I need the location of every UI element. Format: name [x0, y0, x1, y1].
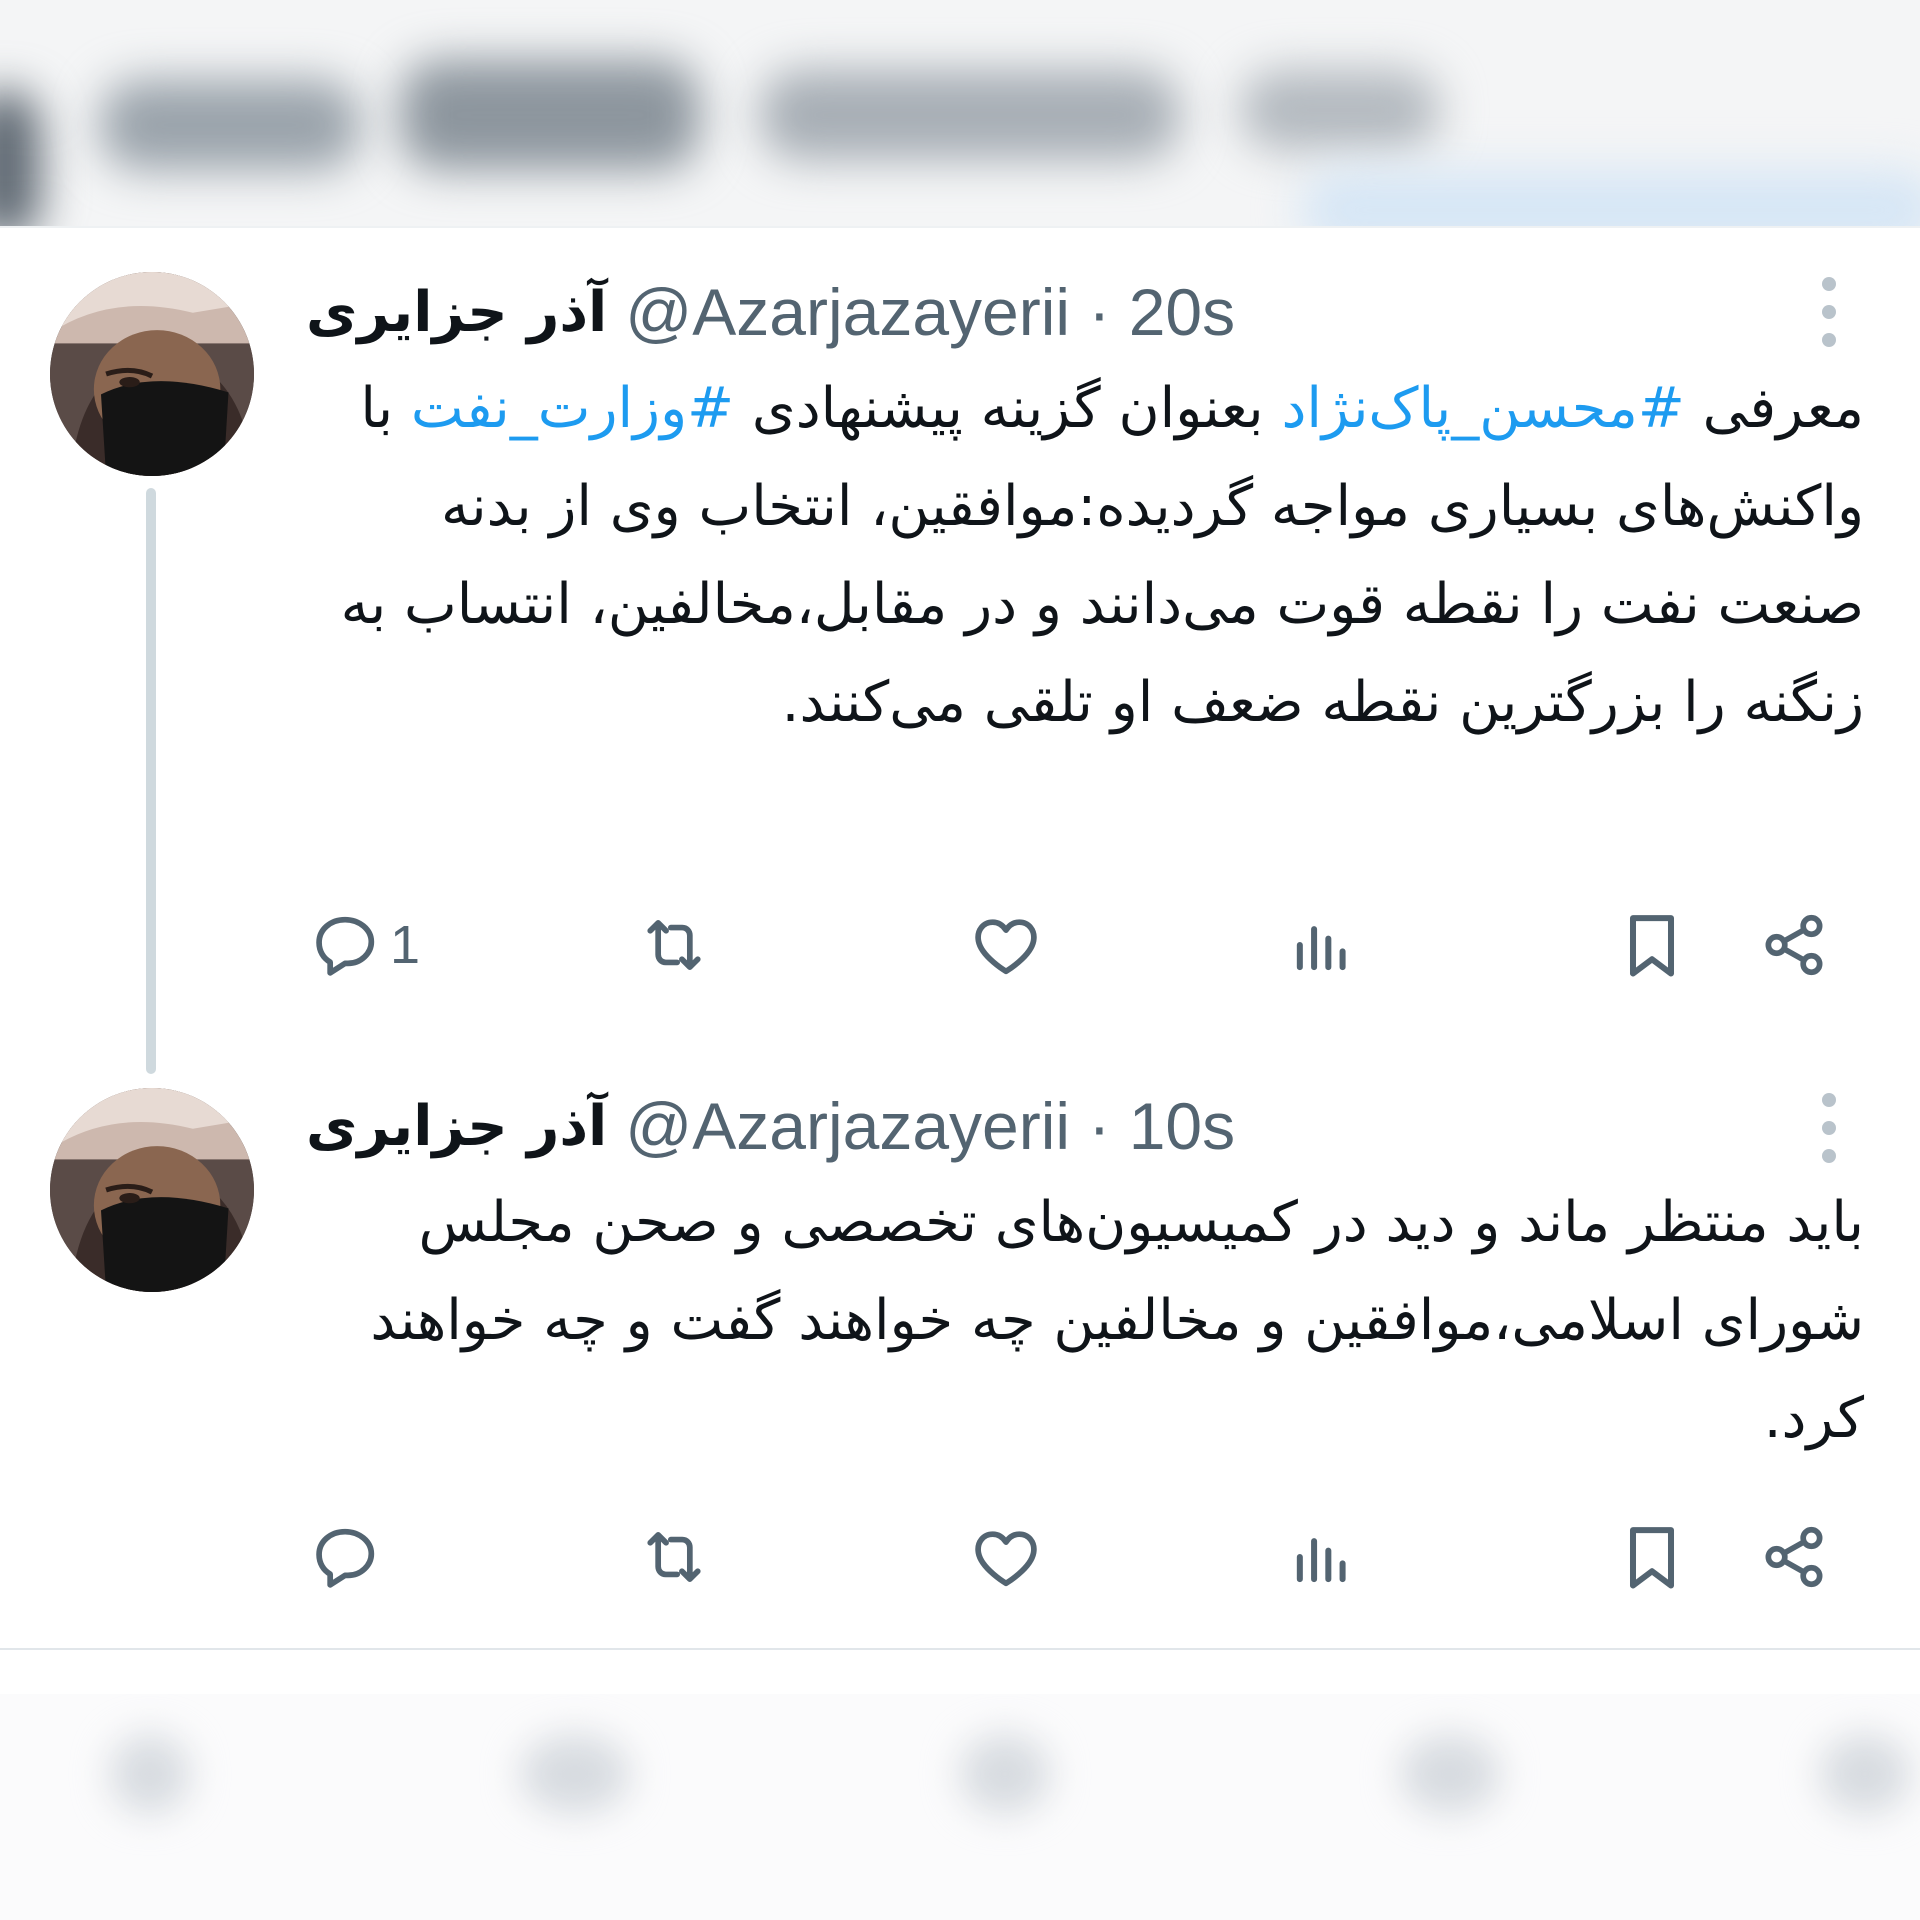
more-options-icon[interactable]: [1804, 1088, 1854, 1168]
views-button[interactable]: [1284, 1512, 1360, 1602]
bookmark-icon: [1629, 1527, 1675, 1589]
share-icon: [1765, 1526, 1823, 1588]
retweet-button[interactable]: [636, 900, 712, 990]
bookmark-button[interactable]: [1614, 900, 1690, 990]
section-divider: [0, 1648, 1920, 1650]
bookmark-icon: [1629, 915, 1675, 977]
avatar[interactable]: [50, 1088, 254, 1292]
bookmark-button[interactable]: [1614, 1512, 1690, 1602]
tweet-action-bar: [0, 1512, 1920, 1602]
tweet-action-bar: 1: [0, 900, 1920, 990]
avatar-image: [50, 1088, 254, 1292]
views-button[interactable]: [1284, 900, 1360, 990]
avatar-image: [50, 272, 254, 476]
text-segment: معرفی: [1684, 376, 1864, 441]
display-name[interactable]: آذر جزایری: [306, 1094, 607, 1159]
views-icon: [1296, 926, 1346, 971]
text-segment: باید منتظر ماند و دید در کمیسیون‌های تخص…: [370, 1190, 1864, 1451]
heart-icon: [975, 919, 1037, 975]
tweet-text: معرفی #محسن_پاک‌نژاد بعنوان گزینه پیشنها…: [304, 360, 1864, 752]
retweet-button[interactable]: [636, 1512, 712, 1602]
reply-count: 1: [390, 915, 421, 975]
avatar[interactable]: [50, 272, 254, 476]
share-button[interactable]: [1756, 1512, 1832, 1602]
reply-icon: [316, 1528, 375, 1588]
like-button[interactable]: [968, 900, 1044, 990]
retweet-icon: [647, 919, 701, 971]
heart-icon: [975, 1531, 1037, 1587]
hashtag-link[interactable]: #وزارت_نفت: [411, 376, 734, 441]
blurred-previous-content: [0, 0, 1920, 226]
tweet-text: باید منتظر ماند و دید در کمیسیون‌های تخص…: [304, 1174, 1864, 1468]
more-options-icon[interactable]: [1804, 272, 1854, 352]
reply-icon: [316, 916, 375, 976]
handle-and-timestamp[interactable]: @Azarjazayerii · 20s: [625, 274, 1235, 350]
reply-button[interactable]: 1: [308, 900, 420, 990]
share-button[interactable]: [1756, 900, 1832, 990]
like-button[interactable]: [968, 1512, 1044, 1602]
reply-button[interactable]: [308, 1512, 390, 1602]
text-segment: بعنوان گزینه پیشنهادی: [734, 376, 1282, 441]
views-icon: [1296, 1538, 1346, 1583]
section-divider: [0, 226, 1920, 228]
blurred-next-content: [0, 1694, 1920, 1920]
share-icon: [1765, 914, 1823, 976]
display-name[interactable]: آذر جزایری: [306, 280, 607, 345]
hashtag-link[interactable]: #محسن_پاک‌نژاد: [1281, 376, 1684, 441]
handle-and-timestamp[interactable]: @Azarjazayerii · 10s: [625, 1088, 1235, 1164]
retweet-icon: [647, 1531, 701, 1583]
